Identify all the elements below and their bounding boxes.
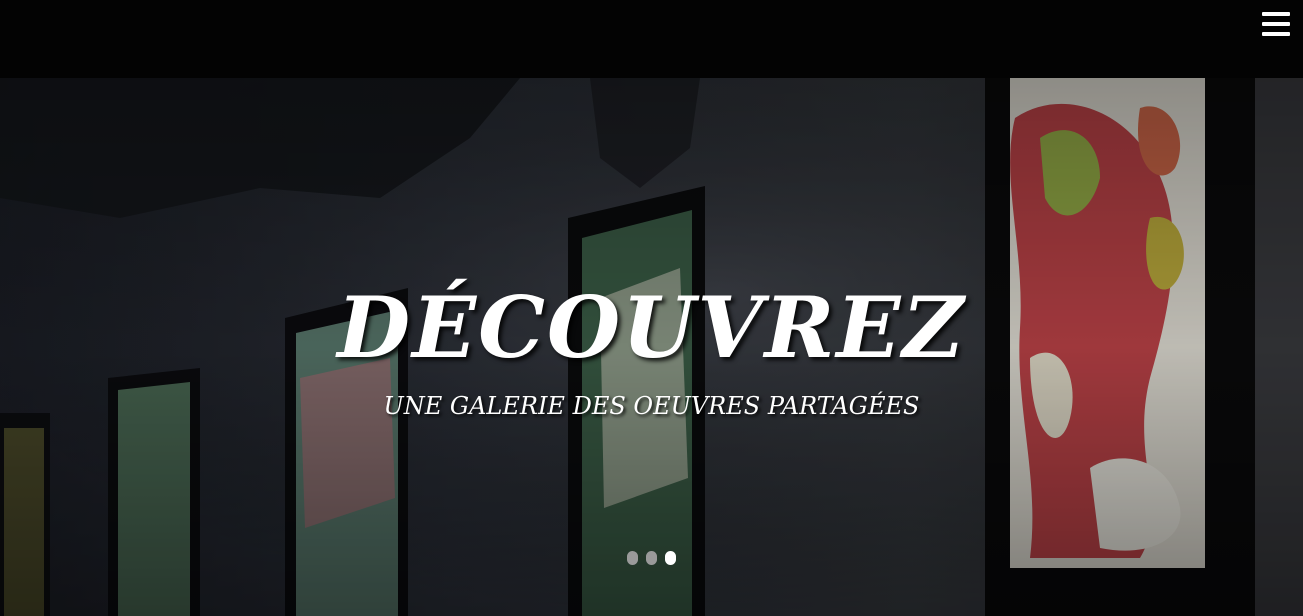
- hero-subtitle: UNE GALERIE DES OEUVRES PARTAGÉES: [383, 392, 920, 420]
- hamburger-menu-icon[interactable]: [1262, 12, 1290, 36]
- carousel-pagination: [627, 551, 679, 565]
- hero-carousel: DÉCOUVREZ UNE GALERIE DES OEUVRES PARTAG…: [0, 78, 1303, 616]
- carousel-dot-3[interactable]: [665, 551, 676, 565]
- hero-title: DÉCOUVREZ: [337, 278, 966, 377]
- top-bar: [0, 0, 1303, 78]
- menu-bar-line: [1262, 22, 1290, 26]
- carousel-dot-2[interactable]: [646, 551, 657, 565]
- menu-bar-line: [1262, 12, 1290, 16]
- carousel-dot-1[interactable]: [627, 551, 638, 565]
- menu-bar-line: [1262, 32, 1290, 36]
